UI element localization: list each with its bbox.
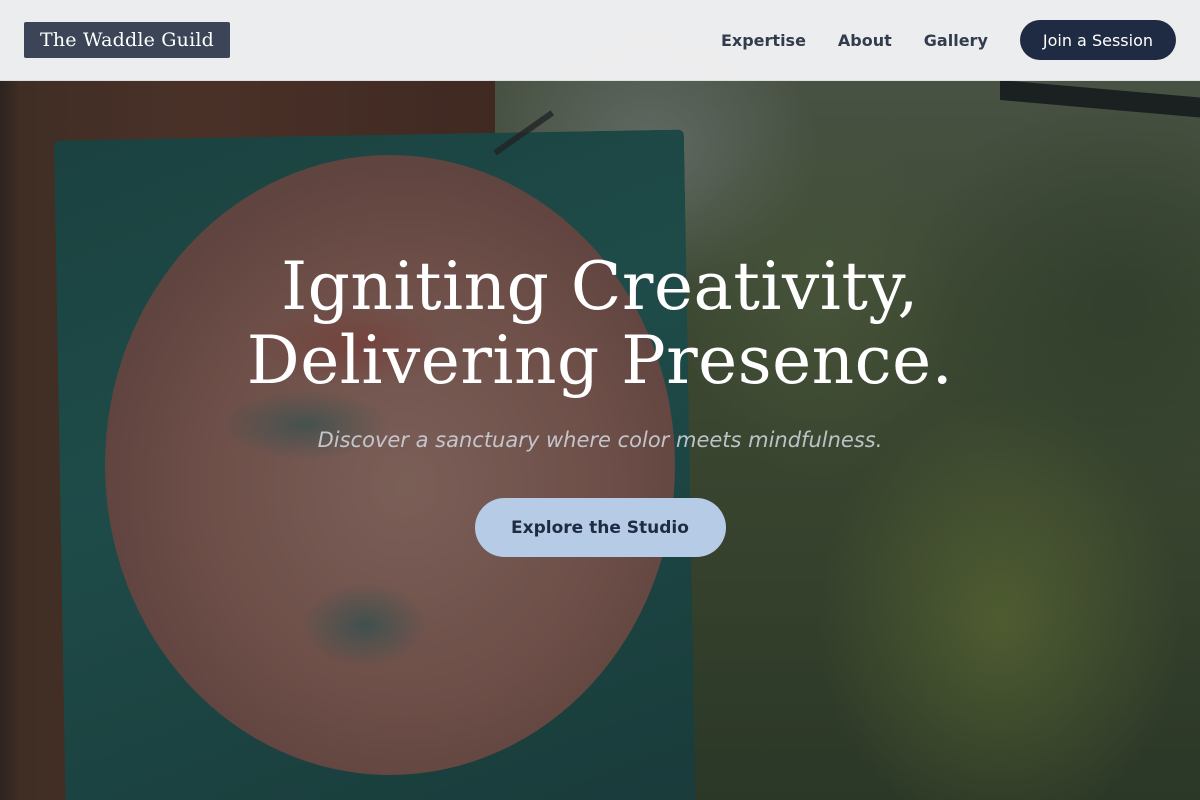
headline-line-1: Igniting Creativity, (281, 248, 919, 325)
hero-content: Igniting Creativity, Delivering Presence… (0, 250, 1200, 557)
hero-headline: Igniting Creativity, Delivering Presence… (0, 250, 1200, 398)
site-header: The Waddle Guild Expertise About Gallery… (0, 0, 1200, 81)
main-nav: Expertise About Gallery Join a Session (721, 20, 1176, 60)
hero-subtitle: Discover a sanctuary where color meets m… (317, 428, 883, 452)
nav-link-gallery[interactable]: Gallery (924, 31, 988, 50)
headline-line-2: Delivering Presence. (246, 322, 954, 399)
nav-link-about[interactable]: About (838, 31, 892, 50)
nav-link-expertise[interactable]: Expertise (721, 31, 806, 50)
join-session-button[interactable]: Join a Session (1019, 20, 1176, 60)
explore-studio-button[interactable]: Explore the Studio (474, 498, 726, 557)
logo[interactable]: The Waddle Guild (24, 22, 231, 58)
